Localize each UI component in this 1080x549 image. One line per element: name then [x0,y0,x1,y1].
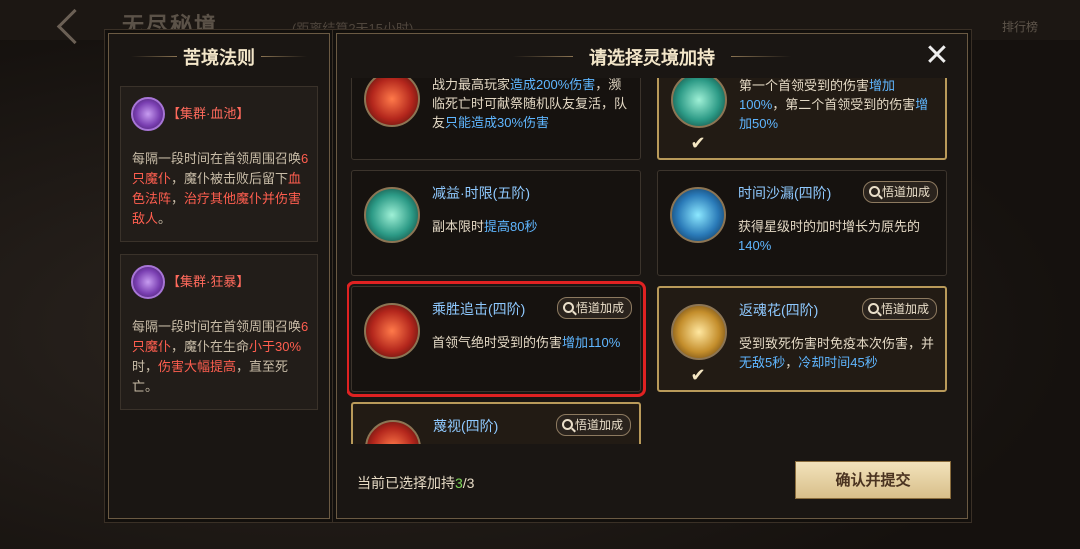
cluster-skull-icon [131,265,165,299]
enlightenment-bonus-badge[interactable]: 悟道加成 [862,181,938,203]
buff-card-highlighted[interactable]: 乘胜追击(四阶) 悟道加成 首领气绝时受到的伤害增加110% [347,281,646,397]
buff-desc: 首领气绝时受到的伤害增加110% [432,335,621,350]
sprout-icon [671,78,727,128]
enlightenment-bonus-badge[interactable]: 悟道加成 [861,298,937,320]
rule-name: 【集群·血池】 [167,106,250,121]
buff-card-selected[interactable]: ✔ 第一个首领受到的伤害增加100%，第二个首领受到的伤害增加50% [657,78,947,160]
rule-text: 每隔一段时间在首领周围召唤6只魔仆，魔仆被击败后留下血色法阵，治疗其他魔仆并伤害… [132,151,309,226]
buff-title: 时间沙漏(四阶) [738,185,832,201]
enlightenment-bonus-badge[interactable]: 悟道加成 [555,414,631,436]
rank-button[interactable]: 排行榜 [1002,18,1038,35]
buff-card-list[interactable]: 战力最高玩家造成200%伤害，濒临死亡时可献祭随机队友复活，队友只能造成30%伤… [347,78,957,444]
buff-card[interactable]: 减益·时限(五阶) 副本限时提高80秒 [351,170,641,276]
buff-card[interactable]: 战力最高玩家造成200%伤害，濒临死亡时可献祭随机队友复活，队友只能造成30%伤… [351,78,641,160]
buff-title: 返魂花(四阶) [739,302,819,318]
rules-panel-title: 苦境法则 [183,48,255,68]
buff-panel-title: 请选择灵境加持 [589,48,715,68]
magnifier-icon [562,302,574,313]
hourglass-icon [670,187,726,243]
magnifier-icon [868,186,880,197]
rule-name: 【集群·狂暴】 [167,274,250,289]
selection-status: 当前已选择加持3/3 [357,475,475,491]
rules-panel: 苦境法则 【集群·血池】 每隔一段时间在首领周围召唤6只魔仆，魔仆被击败后留下血… [108,33,330,519]
contempt-icon [365,420,421,444]
buff-card[interactable]: 时间沙漏(四阶) 悟道加成 获得星级时的加时增长为原先的140% [657,170,947,276]
spirit-flower-icon [671,304,727,360]
rule-card: 【集群·血池】 每隔一段时间在首领周围召唤6只魔仆，魔仆被击败后留下血色法阵，治… [120,86,318,242]
rule-text: 每隔一段时间在首领周围召唤6只魔仆，魔仆在生命小于30%时，伤害大幅提高，直至死… [132,319,309,394]
time-limit-icon [364,187,420,243]
buff-desc: 副本限时提高80秒 [432,219,538,234]
blood-sacrifice-icon [364,78,420,127]
buff-title: 蔑视(四阶) [433,418,499,434]
close-icon[interactable]: ✕ [923,41,951,71]
magnifier-icon [561,419,573,430]
buff-desc: 获得星级时的加时增长为原先的140% [738,219,921,253]
checkmark-icon: ✔ [690,133,706,153]
magnifier-icon [867,303,879,314]
buff-desc: 第一个首领受到的伤害增加100%，第二个首领受到的伤害增加50% [739,78,929,131]
buff-desc: 战力最高玩家造成200%伤害，濒临死亡时可献祭随机队友复活，队友只能造成30%伤… [432,78,628,130]
buff-desc: 受到致死伤害时免疫本次伤害，并无敌5秒，冷却时间45秒 [739,336,935,370]
rule-card: 【集群·狂暴】 每隔一段时间在首领周围召唤6只魔仆，魔仆在生命小于30%时，伤害… [120,254,318,410]
checkmark-icon: ✔ [690,365,706,385]
cluster-skull-icon [131,97,165,131]
confirm-submit-button[interactable]: 确认并提交 [795,461,951,499]
enlightenment-bonus-badge[interactable]: 悟道加成 [556,297,632,319]
buff-title: 减益·时限(五阶) [432,185,530,201]
fist-icon [364,303,420,359]
buff-card-selected[interactable]: 蔑视(四阶) 悟道加成 [351,402,641,444]
buff-select-panel: 请选择灵境加持 ✕ 战力最高玩家造成200%伤害，濒临死亡时可献祭随机队友复活，… [336,33,968,519]
buff-card-selected[interactable]: ✔ 返魂花(四阶) 悟道加成 受到致死伤害时免疫本次伤害，并无敌5秒，冷却时间4… [657,286,947,392]
buff-title: 乘胜追击(四阶) [432,301,526,317]
